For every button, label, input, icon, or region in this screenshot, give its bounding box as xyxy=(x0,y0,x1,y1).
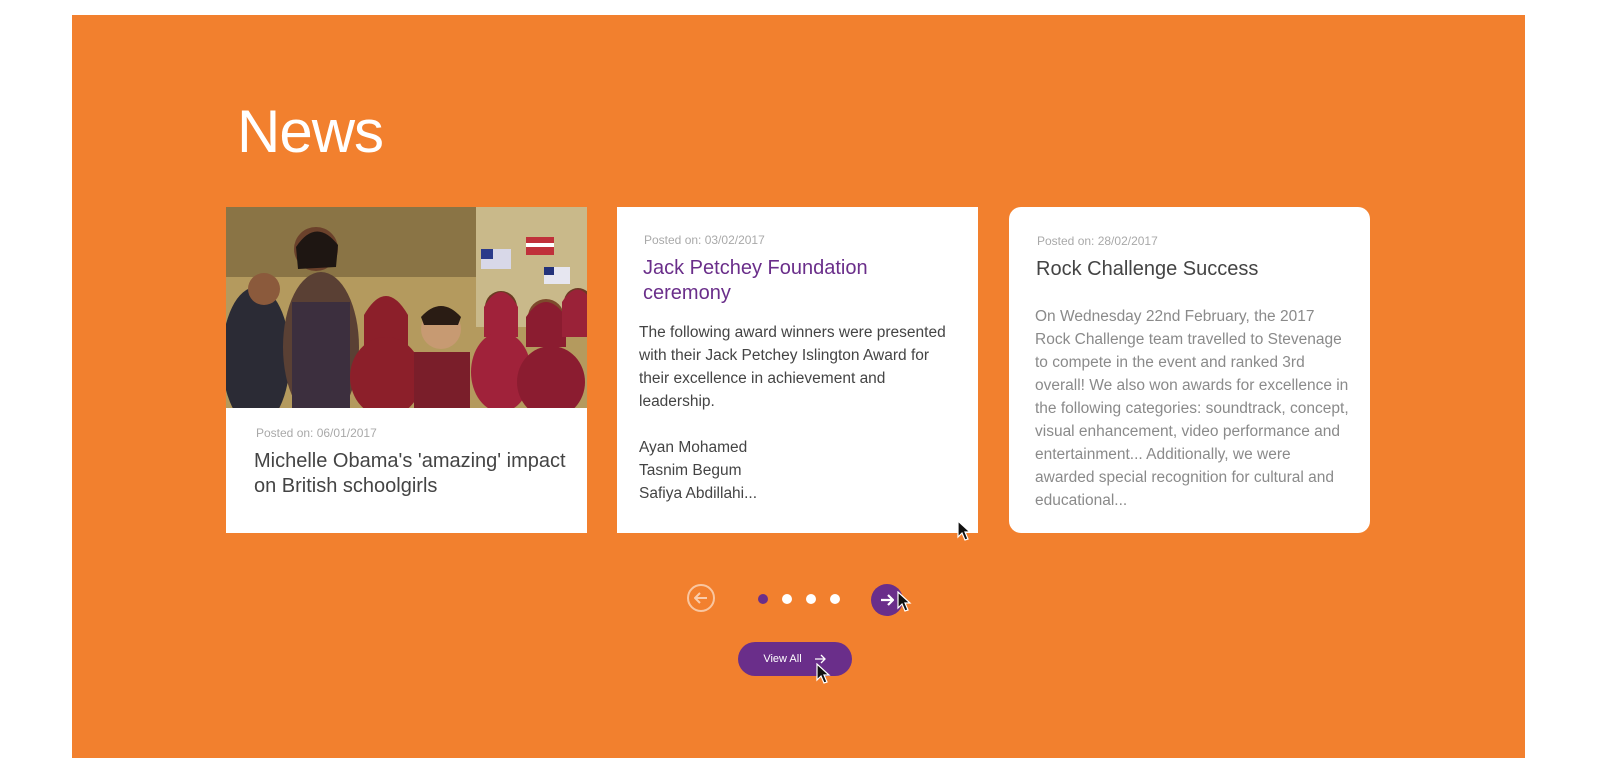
carousel-dot[interactable] xyxy=(806,594,816,604)
view-all-button[interactable]: View All xyxy=(738,642,852,676)
news-excerpt: On Wednesday 22nd February, the 2017 Roc… xyxy=(1035,308,1349,509)
news-photo xyxy=(226,207,587,408)
post-date: Posted on: 06/01/2017 xyxy=(256,426,377,440)
news-title[interactable]: Jack Petchey Foundation ceremony xyxy=(643,256,943,306)
carousel-prev-button[interactable] xyxy=(687,584,715,612)
post-date: Posted on: 03/02/2017 xyxy=(644,233,765,247)
mouse-cursor-icon xyxy=(957,520,972,541)
news-card[interactable]: Posted on: 06/01/2017 Michelle Obama's '… xyxy=(226,207,587,533)
section-title: News xyxy=(237,98,384,165)
news-card[interactable]: Posted on: 28/02/2017 Rock Challenge Suc… xyxy=(1009,207,1370,533)
news-excerpt: The following award winners were present… xyxy=(639,321,959,505)
winner-name: Tasnim Begum xyxy=(639,462,742,479)
arrow-right-icon xyxy=(881,594,894,606)
carousel-dot[interactable] xyxy=(782,594,792,604)
excerpt-text: The following award winners were present… xyxy=(639,324,946,410)
news-title[interactable]: Rock Challenge Success xyxy=(1036,257,1356,282)
arrow-left-icon xyxy=(694,592,707,604)
news-section: News Posted on: 06/01/2017 Michelle Obam… xyxy=(72,15,1525,758)
news-title[interactable]: Michelle Obama's 'amazing' impact on Bri… xyxy=(254,449,574,499)
winner-name: Ayan Mohamed xyxy=(639,439,748,456)
winner-name: Safiya Abdillahi... xyxy=(639,485,758,502)
carousel-dot[interactable] xyxy=(758,594,768,604)
carousel-dot[interactable] xyxy=(830,594,840,604)
post-date: Posted on: 28/02/2017 xyxy=(1037,234,1158,248)
winner-list: Ayan Mohamed Tasnim Begum Safiya Abdilla… xyxy=(639,436,959,505)
mouse-cursor-icon xyxy=(816,663,831,684)
news-card[interactable]: Posted on: 03/02/2017 Jack Petchey Found… xyxy=(617,207,978,533)
mouse-cursor-icon xyxy=(897,591,912,612)
view-all-label: View All xyxy=(763,653,802,665)
